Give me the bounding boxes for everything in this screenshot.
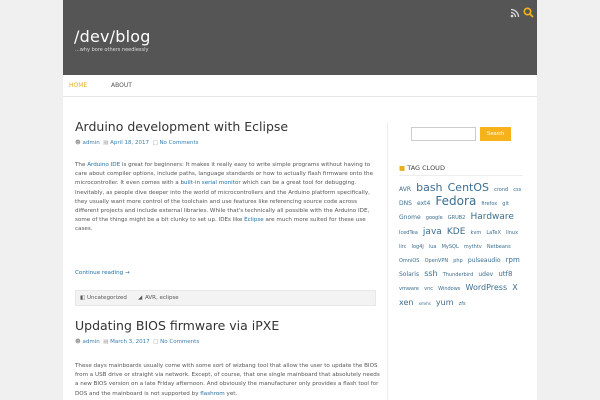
- folder-icon: ◧: [80, 295, 86, 301]
- post-tags[interactable]: AVR, eclipse: [145, 295, 179, 301]
- post-author[interactable]: admin: [82, 140, 99, 146]
- tag-cloud-item[interactable]: X: [512, 275, 517, 294]
- site-header: /dev/blog ...why bore others needlessly: [63, 0, 537, 75]
- comment-icon: □: [153, 339, 159, 345]
- post-title[interactable]: Updating BIOS firmware via iPXE: [75, 318, 279, 333]
- category-link[interactable]: Uncategorized: [87, 295, 127, 301]
- user-icon: ☻: [75, 339, 81, 345]
- tag-cloud-item[interactable]: WordPress: [466, 275, 508, 294]
- post-meta: ☻ admin ▤ March 3, 2017 □ No Comments: [75, 339, 199, 345]
- post-excerpt: The Arduino IDE is great for beginners: …: [75, 161, 380, 235]
- tag-icon: ◢: [138, 295, 143, 301]
- tag-cloud-item[interactable]: xmms: [419, 290, 431, 309]
- tag-cloud-item[interactable]: yum: [436, 290, 454, 309]
- flashrom-link[interactable]: flashrom: [200, 391, 224, 397]
- post-comments[interactable]: No Comments: [159, 140, 198, 146]
- tags-icon: ■: [399, 164, 406, 172]
- paragraph: The Arduino IDE is great for beginners: …: [75, 162, 374, 187]
- post-date[interactable]: April 18, 2017: [110, 140, 149, 146]
- search-icon[interactable]: [523, 3, 534, 18]
- user-icon: ☻: [75, 140, 81, 146]
- eclipse-link[interactable]: Eclipse: [244, 217, 264, 223]
- nav-home[interactable]: HOME: [69, 82, 87, 89]
- post-comments[interactable]: No Comments: [160, 339, 199, 345]
- arduino-ide-link[interactable]: Arduino IDE: [87, 162, 120, 168]
- column-divider: [387, 122, 388, 400]
- site-title[interactable]: /dev/blog: [74, 27, 151, 46]
- tag-cloud: AVR bash CentOS crond css DNS ext4 Fedor…: [399, 181, 525, 309]
- paragraph: These days mainboards usually come with …: [75, 363, 380, 397]
- tag-cloud-heading: ■ TAG CLOUD: [399, 164, 445, 172]
- post-author[interactable]: admin: [82, 339, 99, 345]
- main-nav: HOME ABOUT: [63, 75, 537, 97]
- tag-cloud-item[interactable]: xen: [399, 290, 413, 309]
- rss-icon[interactable]: [510, 3, 520, 18]
- post-date[interactable]: March 3, 2017: [110, 339, 150, 345]
- search-button[interactable]: Search: [480, 127, 511, 141]
- tag-cloud-item[interactable]: css: [513, 176, 521, 195]
- post-title[interactable]: Arduino development with Eclipse: [75, 119, 288, 134]
- post-excerpt: These days mainboards usually come with …: [75, 362, 380, 399]
- site-tagline: ...why bore others needlessly: [75, 47, 149, 53]
- calendar-icon: ▤: [103, 339, 109, 345]
- comment-icon: □: [152, 140, 158, 146]
- search-input[interactable]: [411, 127, 476, 141]
- tag-cloud-item[interactable]: zfs: [459, 290, 466, 309]
- nav-about[interactable]: ABOUT: [111, 82, 132, 89]
- post-footer: ◧ Uncategorized ◢ AVR, eclipse: [75, 290, 376, 306]
- post-meta: ☻ admin ▤ April 18, 2017 □ No Comments: [75, 140, 198, 146]
- serial-monitor-link[interactable]: built-in serial monitor: [180, 180, 240, 186]
- paragraph: Inevitably, as people dive deeper into t…: [75, 189, 370, 233]
- continue-reading-link[interactable]: Continue reading →: [75, 270, 130, 276]
- calendar-icon: ▤: [103, 140, 109, 146]
